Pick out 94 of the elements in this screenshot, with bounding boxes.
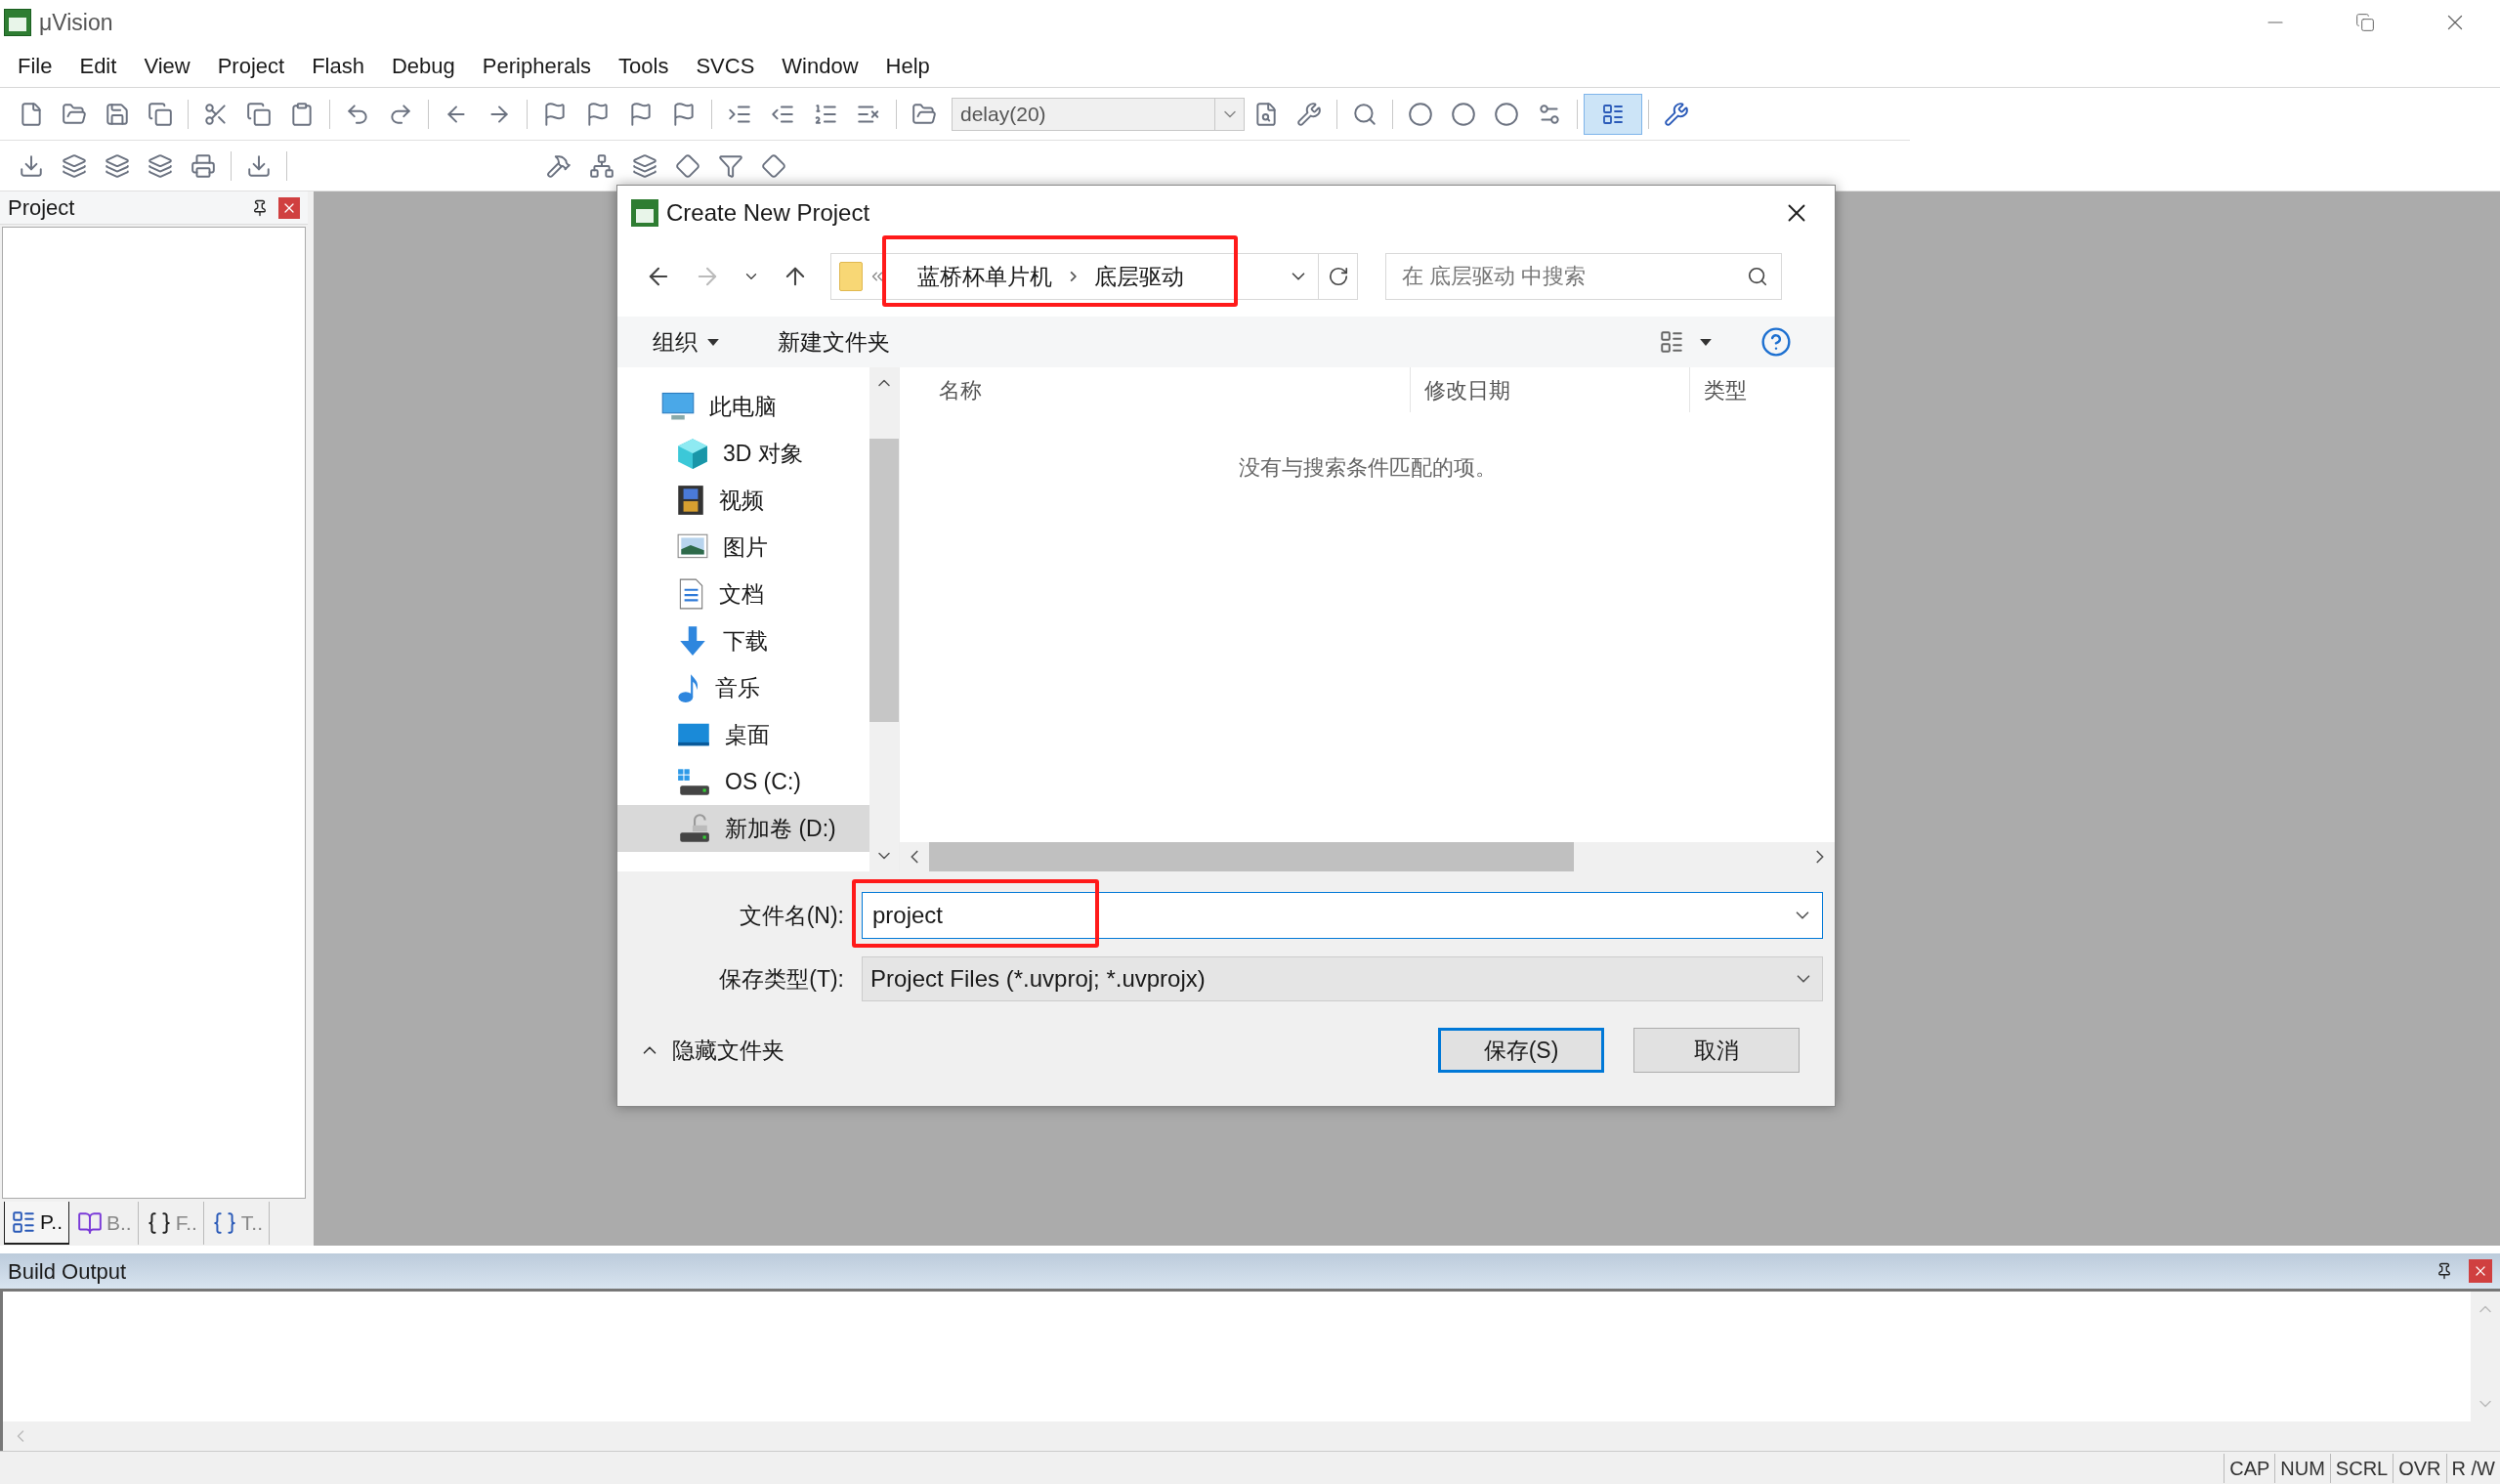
window-layout-button[interactable]	[1584, 93, 1642, 135]
caret-icon	[707, 338, 719, 346]
new-file-icon[interactable]	[19, 101, 44, 127]
app-logo-icon	[631, 199, 658, 227]
menu-item[interactable]: Tools	[607, 50, 681, 82]
nav-item[interactable]: OS (C:)	[617, 758, 869, 805]
pane-title: Project	[8, 194, 75, 222]
flag-icon[interactable]	[585, 101, 611, 127]
diamond-icon[interactable]	[675, 152, 700, 179]
nav-item[interactable]: 文档	[617, 571, 869, 617]
status-indicator: R /W	[2445, 1453, 2500, 1483]
menu-item[interactable]: Project	[205, 50, 297, 82]
search-icon[interactable]	[1747, 266, 1768, 287]
toolbar-command[interactable]: 组织	[653, 324, 719, 360]
dialog-button[interactable]: 保存(S)	[1438, 1028, 1604, 1073]
address-bar[interactable]: 蓝桥杯单片机 底层驱动	[830, 253, 1358, 300]
paste-icon[interactable]	[289, 101, 315, 127]
menu-item[interactable]: Peripherals	[470, 50, 604, 82]
pane-title: Build Output	[8, 1257, 127, 1286]
nav-item[interactable]: 桌面	[617, 711, 869, 758]
column-header[interactable]: 名称	[900, 373, 1410, 406]
circle-icon[interactable]	[1451, 101, 1476, 127]
computer-icon	[660, 391, 696, 422]
desktop-icon	[676, 721, 711, 748]
nav-item[interactable]: 音乐	[617, 664, 869, 711]
braces-icon[interactable]	[146, 1210, 172, 1236]
project-window-icon[interactable]	[11, 1209, 36, 1235]
menu-item[interactable]: SVCS	[684, 50, 767, 82]
find-icon[interactable]	[1253, 101, 1279, 127]
view-options-icon[interactable]	[1659, 329, 1684, 355]
breadcrumb-item[interactable]: 蓝桥杯单片机	[917, 259, 1052, 294]
nav-item[interactable]: 3D 对象	[617, 430, 869, 477]
field-label: 保存类型(T):	[718, 964, 845, 994]
menu-item[interactable]: Window	[770, 50, 870, 82]
menu-item[interactable]: Flash	[300, 50, 376, 82]
file-type-dropdown[interactable]: Project Files (*.uvproj; *.uvprojx)	[862, 956, 1823, 1001]
column-header[interactable]: 类型	[1689, 367, 1747, 412]
empty-message: 没有与搜索条件匹配的项。	[1238, 454, 1497, 481]
menu-item[interactable]: Edit	[67, 50, 129, 82]
wrench-icon[interactable]	[1664, 101, 1689, 127]
dialog-title: Create New Project	[666, 198, 870, 228]
find-combo[interactable]: delay(20)	[952, 97, 1245, 131]
filter-icon[interactable]	[718, 152, 743, 179]
search-field[interactable]: 在 底层驱动 中搜索	[1385, 253, 1782, 300]
flag-icon[interactable]	[542, 101, 568, 127]
file-name-field[interactable]: project	[862, 892, 1823, 939]
film-icon	[676, 484, 705, 517]
pane-tab[interactable]: P..	[4, 1202, 69, 1245]
menu-item[interactable]: Debug	[379, 50, 467, 82]
cut-icon[interactable]	[203, 101, 229, 127]
status-indicator: OVR	[2393, 1453, 2446, 1483]
dialog-button[interactable]: 取消	[1633, 1028, 1800, 1073]
menu-item[interactable]: File	[6, 50, 64, 82]
nav-item[interactable]: 此电脑	[617, 383, 869, 430]
nav-item[interactable]: 新加卷 (D:)	[617, 805, 869, 852]
menu-item[interactable]: Help	[873, 50, 942, 82]
app-logo-icon	[4, 9, 31, 36]
cube-icon	[676, 437, 709, 470]
restore-icon[interactable]	[2355, 13, 2375, 32]
menu-item[interactable]: View	[132, 50, 202, 82]
folder-icon[interactable]	[62, 101, 87, 127]
scrollbar-thumb[interactable]	[869, 439, 899, 722]
flag-icon[interactable]	[628, 101, 654, 127]
pin-icon[interactable]	[251, 198, 269, 217]
field-label: 文件名(N):	[738, 901, 845, 930]
tool-icon[interactable]	[1296, 101, 1322, 127]
hide-folders-toggle[interactable]: 隐藏文件夹	[639, 1033, 784, 1068]
pin-icon[interactable]	[2436, 1262, 2453, 1280]
refresh-icon[interactable]	[1327, 266, 1349, 287]
breadcrumb-separator-icon	[1070, 271, 1077, 282]
caret-icon	[1700, 338, 1712, 346]
save-icon[interactable]	[105, 101, 130, 127]
folder-icon	[839, 262, 863, 291]
copy-icon[interactable]	[246, 101, 272, 127]
help-icon[interactable]	[1760, 326, 1792, 358]
status-indicator: SCRL	[2329, 1453, 2394, 1483]
scrollbar-thumb[interactable]	[929, 842, 1574, 871]
nav-item[interactable]: 视频	[617, 477, 869, 524]
status-indicator: NUM	[2274, 1453, 2330, 1483]
window-title: μVision	[39, 8, 113, 37]
flag-icon[interactable]	[671, 101, 697, 127]
download-icon[interactable]	[19, 152, 44, 179]
toolbar-command[interactable]: 新建文件夹	[778, 324, 890, 360]
breadcrumb-item[interactable]: 底层驱动	[1094, 259, 1184, 294]
column-header[interactable]: 修改日期	[1410, 367, 1689, 412]
stack-icon[interactable]	[632, 152, 657, 179]
nav-item[interactable]: 图片	[617, 524, 869, 571]
nav-item[interactable]: 下载	[617, 617, 869, 664]
window-layout-icon[interactable]	[1601, 102, 1625, 126]
book-icon[interactable]	[76, 1210, 103, 1236]
load-icon[interactable]	[246, 152, 272, 179]
zoom-icon[interactable]	[1352, 101, 1377, 127]
status-indicator: CAP	[2224, 1453, 2275, 1483]
breakpoint-icon[interactable]	[1408, 101, 1433, 127]
